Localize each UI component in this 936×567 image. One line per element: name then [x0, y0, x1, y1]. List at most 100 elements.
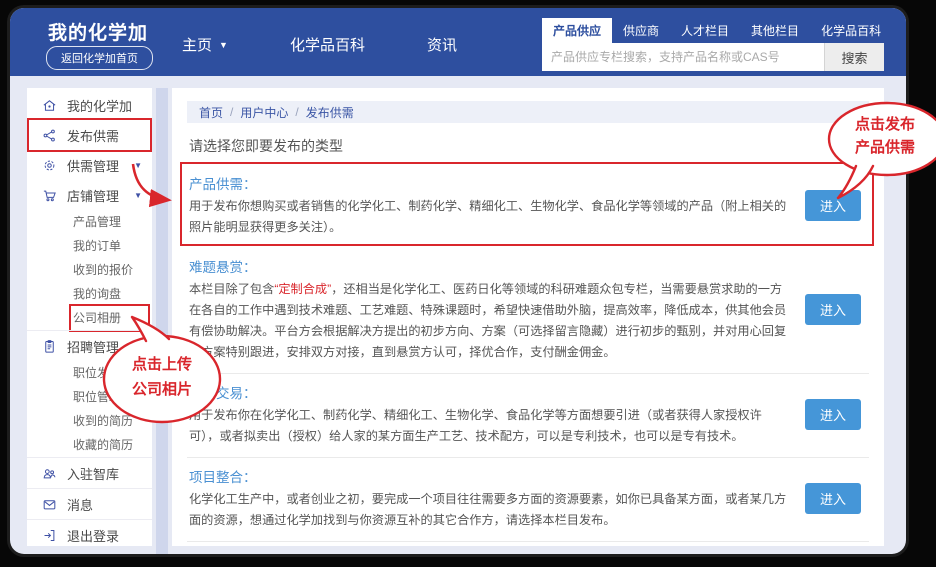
card-text: 技术交易： 用于发布你在化学化工、制药化学、精细化工、生物化学、食品化学等方面想要…: [189, 382, 791, 447]
cart-icon: [42, 188, 57, 203]
sidebar-subitem[interactable]: 我的订单: [27, 234, 152, 258]
sidebar-group: 入驻智库: [27, 457, 152, 488]
body-segment: 用于发布你想购买或者销售的化学化工、制药化学、精细化工、生物化学、食品化学等领域…: [189, 199, 786, 234]
nav-item[interactable]: 资讯: [427, 34, 457, 55]
body-segment: 本栏目除了包含: [189, 282, 274, 296]
sidebar-item-label: 发布供需: [67, 126, 119, 145]
enter-button[interactable]: 进入: [805, 483, 861, 514]
nav-item[interactable]: 化学品百科: [290, 34, 365, 55]
sidebar-item-icon-wrap: [42, 496, 58, 512]
nav-item-label: 主页: [182, 34, 212, 55]
screenshot-frame: 我的化学加 返回化学加首页 主页▼化学品百科资讯 产品供应供应商人才栏目其他栏目…: [0, 0, 936, 567]
body-segment: 化学化工生产中，或者创业之初，要完成一个项目往往需要多方面的资源要素，如你已具备…: [189, 492, 786, 527]
enter-button[interactable]: 进入: [805, 294, 861, 325]
sidebar-subitem[interactable]: 我的询盘: [27, 282, 152, 306]
sidebar-group: 店铺管理 ▼ 产品管理我的订单收到的报价我的询盘公司相册: [27, 180, 152, 330]
sidebar-subitem[interactable]: 收藏的简历: [27, 433, 152, 457]
sidebar-item-icon-wrap: [42, 97, 58, 113]
search-button[interactable]: 搜索: [824, 43, 884, 71]
sidebar-item-label: 消息: [67, 495, 93, 514]
page-title: 请选择您即要发布的类型: [189, 136, 869, 156]
gear-icon: [42, 158, 57, 173]
sidebar-item[interactable]: 入驻智库: [27, 458, 152, 488]
body-segment: 用于发布你在化学化工、制药化学、精细化工、生物化学、食品化学等方面想要引进（或者…: [189, 408, 762, 443]
main-content: 首页 / 用户中心 / 发布供需 请选择您即要发布的类型 产品供需： 用于发布你想购买或者…: [172, 88, 884, 546]
sidebar-item-label: 店铺管理: [67, 186, 119, 205]
search-tab[interactable]: 化学品百科: [810, 18, 892, 43]
sidebar-item[interactable]: 发布供需: [27, 120, 152, 150]
card-text: 难题悬赏：本栏目除了包含“定制合成”，还相当是化学化工、医药日化等领域的科研难题…: [189, 256, 791, 363]
chevron-down-icon: ▼: [134, 161, 142, 170]
sidebar-group: 消息: [27, 488, 152, 519]
card-body: 化学化工生产中，或者创业之初，要完成一个项目往往需要多方面的资源要素，如你已具备…: [189, 489, 791, 531]
card-text: 产品供需： 用于发布你想购买或者销售的化学化工、制药化学、精细化工、生物化学、食品…: [189, 173, 791, 238]
enter-button[interactable]: 进入: [805, 399, 861, 430]
search-row: 搜索: [542, 43, 884, 71]
sidebar-group: 退出登录: [27, 519, 152, 550]
highlighted-term: “定制合成”: [274, 282, 331, 296]
sidebar-item-icon-wrap: [42, 527, 58, 543]
share-icon: [42, 128, 57, 143]
card: 难题悬赏：本栏目除了包含“定制合成”，还相当是化学化工、医药日化等领域的科研难题…: [187, 248, 869, 374]
card-title: 技术交易：: [189, 382, 791, 402]
sidebar-item[interactable]: 消息: [27, 489, 152, 519]
sidebar-item-label: 供需管理: [67, 156, 119, 175]
back-to-home-button[interactable]: 返回化学加首页: [46, 46, 153, 70]
sidebar-gutter: [156, 88, 168, 554]
page: 我的化学加 返回化学加首页 主页▼化学品百科资讯 产品供应供应商人才栏目其他栏目…: [10, 8, 906, 554]
nav-item-label: 资讯: [427, 34, 457, 55]
sidebar-subitem[interactable]: 公司相册: [27, 306, 152, 330]
breadcrumb-separator: /: [230, 105, 233, 119]
top-header: 我的化学加 返回化学加首页 主页▼化学品百科资讯 产品供应供应商人才栏目其他栏目…: [10, 8, 906, 76]
card-body: 用于发布你在化学化工、制药化学、精细化工、生物化学、食品化学等方面想要引进（或者…: [189, 405, 791, 447]
card-title: 项目整合：: [189, 466, 791, 486]
sidebar-item[interactable]: 我的化学加: [27, 90, 152, 120]
sidebar-subitem[interactable]: 职位管理: [27, 385, 152, 409]
sidebar-item[interactable]: 供需管理 ▼: [27, 150, 152, 180]
sidebar-item[interactable]: 店铺管理 ▼: [27, 180, 152, 210]
card: 技术交易： 用于发布你在化学化工、制药化学、精细化工、生物化学、食品化学等方面想要…: [187, 374, 869, 458]
search-tab[interactable]: 供应商: [612, 18, 670, 43]
sidebar: 我的化学加发布供需供需管理 ▼ 店铺管理 ▼ 产品管理我的订单收到的报价我的询盘公司相册…: [27, 88, 152, 546]
breadcrumb-item[interactable]: 首页: [199, 104, 223, 121]
card-body: 用于发布你想购买或者销售的化学化工、制药化学、精细化工、生物化学、食品化学等领域…: [189, 196, 791, 238]
users-icon: [42, 466, 57, 481]
card-title: 产品供需：: [189, 173, 791, 193]
sidebar-subitem[interactable]: 职位发布: [27, 361, 152, 385]
chevron-down-icon: ▼: [219, 41, 228, 50]
sidebar-item-icon-wrap: [42, 127, 58, 143]
sidebar-item[interactable]: 招聘管理: [27, 331, 152, 361]
enter-button[interactable]: 进入: [805, 190, 861, 221]
breadcrumb-item[interactable]: 发布供需: [306, 104, 354, 121]
sidebar-item-icon-wrap: [42, 187, 58, 203]
sidebar-item[interactable]: 退出登录: [27, 520, 152, 550]
chevron-down-icon: ▼: [134, 191, 142, 200]
search-tab[interactable]: 人才栏目: [670, 18, 740, 43]
sidebar-item-label: 招聘管理: [67, 337, 119, 356]
sidebar-group: 供需管理 ▼: [27, 150, 152, 180]
search-input[interactable]: [542, 43, 824, 71]
breadcrumb-separator: /: [295, 105, 298, 119]
main-nav: 主页 ▼ 化学品百科 资讯: [182, 34, 457, 55]
mail-icon: [42, 497, 57, 512]
search-tab[interactable]: 产品供应: [542, 18, 612, 43]
card-body: 本栏目除了包含“定制合成”，还相当是化学化工、医药日化等领域的科研难题众包专栏，…: [189, 279, 791, 363]
sidebar-item-label: 入驻智库: [67, 464, 119, 483]
sidebar-group: 我的化学加: [27, 90, 152, 120]
sidebar-group: 发布供需: [27, 120, 152, 150]
sidebar-item-icon-wrap: [42, 157, 58, 173]
breadcrumb-item[interactable]: 用户中心: [240, 104, 288, 121]
sidebar-item-label: 退出登录: [67, 526, 119, 545]
sidebar-group: 招聘管理职位发布职位管理收到的简历收藏的简历: [27, 330, 152, 457]
sidebar-subitem[interactable]: 收到的报价: [27, 258, 152, 282]
breadcrumb: 首页 / 用户中心 / 发布供需: [187, 101, 869, 123]
sidebar-subitem[interactable]: 产品管理: [27, 210, 152, 234]
logout-icon: [42, 528, 57, 543]
search-tab[interactable]: 其他栏目: [740, 18, 810, 43]
search-tabs: 产品供应供应商人才栏目其他栏目化学品百科: [542, 18, 884, 43]
nav-item[interactable]: 主页 ▼: [182, 34, 228, 55]
search-box: 产品供应供应商人才栏目其他栏目化学品百科 搜索: [542, 18, 884, 71]
sidebar-item-icon-wrap: [42, 338, 58, 354]
sidebar-subitem[interactable]: 收到的简历: [27, 409, 152, 433]
card: 园区推荐：用于发布可以招商引进化学化工、制药化学、精细化工、生物化学、食品化学等…: [187, 542, 869, 546]
